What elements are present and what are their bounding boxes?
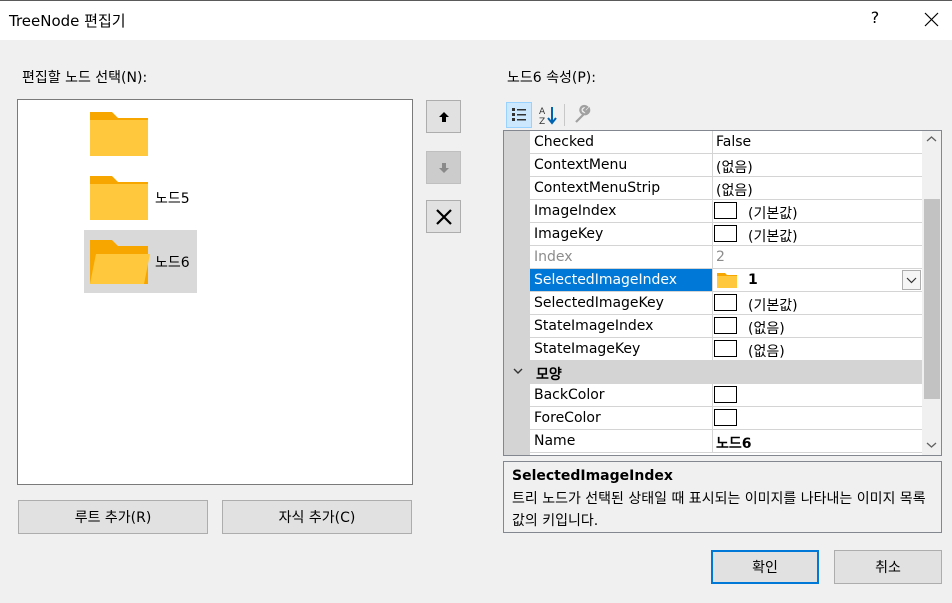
tree-node[interactable]	[88, 236, 150, 290]
categorized-icon	[512, 108, 526, 121]
alphabetical-button[interactable]: A Z	[536, 103, 560, 127]
svg-text:Z: Z	[539, 117, 545, 127]
toolbar-separator	[564, 104, 565, 126]
property-name: SelectedImageIndex	[534, 272, 678, 288]
tree-node[interactable]	[88, 172, 150, 226]
property-name: ImageKey	[534, 226, 604, 242]
description-text: 트리 노드가 선택된 상태일 때 표시되는 이미지를 나타내는 이미지 목록 값…	[512, 491, 926, 529]
property-name: ContextMenuStrip	[534, 180, 661, 196]
property-value[interactable]: (없음)	[748, 318, 785, 338]
property-row[interactable]: ContextMenu (없음)	[530, 154, 922, 177]
tree-view[interactable]: 노드5 노드6	[17, 99, 413, 485]
property-row[interactable]: SelectedImageKey (기본값)	[530, 292, 922, 315]
window-title: TreeNode 편집기	[9, 12, 126, 30]
property-name: Checked	[534, 134, 595, 150]
property-value[interactable]: False	[716, 134, 751, 150]
property-value[interactable]: (없음)	[748, 341, 785, 361]
property-row[interactable]: StateImageKey (없음)	[530, 338, 922, 361]
property-row[interactable]: Index 2	[530, 246, 922, 269]
scroll-down-icon[interactable]	[926, 441, 937, 449]
property-name: BackColor	[534, 387, 605, 403]
property-value[interactable]: (기본값)	[748, 203, 798, 223]
folder-open-icon	[90, 240, 150, 284]
property-row[interactable]: Checked False	[530, 131, 922, 154]
property-value[interactable]: (없음)	[716, 157, 753, 177]
property-name: ImageIndex	[534, 203, 617, 219]
image-swatch	[714, 317, 737, 334]
property-pages-button[interactable]	[571, 103, 595, 127]
add-child-button[interactable]: 자식 추가(C)	[222, 500, 412, 534]
property-value: 2	[716, 249, 725, 265]
property-name: StateImageIndex	[534, 318, 654, 334]
add-root-button[interactable]: 루트 추가(R)	[18, 500, 208, 534]
color-swatch	[714, 409, 737, 426]
property-grid[interactable]: Checked False ContextMenu (없음) ContextMe…	[503, 130, 942, 456]
arrow-down-icon	[438, 162, 449, 173]
property-row[interactable]: ImageKey (기본값)	[530, 223, 922, 246]
property-value[interactable]: (없음)	[716, 180, 753, 200]
property-row[interactable]: BackColor	[530, 384, 922, 407]
property-value[interactable]: (기본값)	[748, 295, 798, 315]
cancel-button[interactable]: 취소	[834, 550, 942, 584]
close-icon	[924, 12, 939, 27]
property-row-selected[interactable]: SelectedImageIndex 1	[530, 269, 922, 292]
scroll-up-icon[interactable]	[926, 135, 937, 143]
svg-text:A: A	[539, 107, 546, 117]
chevron-down-icon[interactable]	[512, 365, 524, 377]
property-row[interactable]: ForeColor	[530, 407, 922, 430]
category-name: 모양	[536, 367, 562, 383]
wrench-icon	[575, 104, 591, 123]
property-name: SelectedImageKey	[534, 295, 664, 311]
tree-label: 편집할 노드 선택(N):	[22, 70, 148, 86]
tree-node-label[interactable]: 노드6	[155, 252, 190, 272]
property-name: ContextMenu	[534, 157, 628, 173]
property-name: StateImageKey	[534, 341, 641, 357]
description-panel: SelectedImageIndex 트리 노드가 선택된 상태일 때 표시되는…	[503, 461, 942, 533]
property-name: Index	[534, 249, 573, 265]
image-swatch	[714, 202, 737, 219]
delete-button[interactable]	[426, 200, 461, 233]
delete-x-icon	[435, 208, 452, 225]
folder-icon	[717, 273, 737, 288]
categorized-button[interactable]	[506, 102, 532, 128]
property-value[interactable]: 노드6	[716, 433, 752, 453]
help-button[interactable]: ?	[866, 8, 884, 30]
dropdown-button[interactable]	[902, 270, 921, 290]
property-value[interactable]: (기본값)	[748, 226, 798, 246]
grid-gutter	[504, 131, 530, 455]
property-row[interactable]: ImageIndex (기본값)	[530, 200, 922, 223]
color-swatch	[714, 386, 737, 403]
move-down-button[interactable]	[426, 151, 461, 184]
property-name: ForeColor	[534, 410, 601, 426]
close-button[interactable]	[916, 6, 946, 34]
folder-icon	[90, 112, 148, 156]
tree-node[interactable]	[88, 108, 150, 162]
image-swatch	[714, 225, 737, 242]
folder-icon	[90, 176, 148, 220]
property-row[interactable]: Name 노드6	[530, 430, 922, 453]
property-row[interactable]: StateImageIndex (없음)	[530, 315, 922, 338]
alphabetical-icon: A Z	[539, 107, 557, 127]
description-title: SelectedImageIndex	[512, 468, 673, 484]
title-bar	[0, 0, 952, 40]
property-name: Name	[534, 433, 576, 449]
image-swatch	[714, 294, 737, 311]
tree-node-label[interactable]: 노드5	[155, 188, 190, 208]
scrollbar-thumb[interactable]	[924, 199, 940, 399]
ok-button[interactable]: 확인	[711, 550, 819, 584]
properties-label: 노드6 속성(P):	[507, 70, 596, 86]
chevron-down-icon	[906, 277, 917, 284]
image-swatch	[714, 340, 737, 357]
property-row[interactable]: ContextMenuStrip (없음)	[530, 177, 922, 200]
arrow-up-icon	[438, 111, 449, 122]
property-value[interactable]: 1	[748, 272, 758, 288]
window-border	[0, 0, 952, 1]
move-up-button[interactable]	[426, 100, 461, 133]
category-header[interactable]: 모양	[504, 361, 922, 384]
